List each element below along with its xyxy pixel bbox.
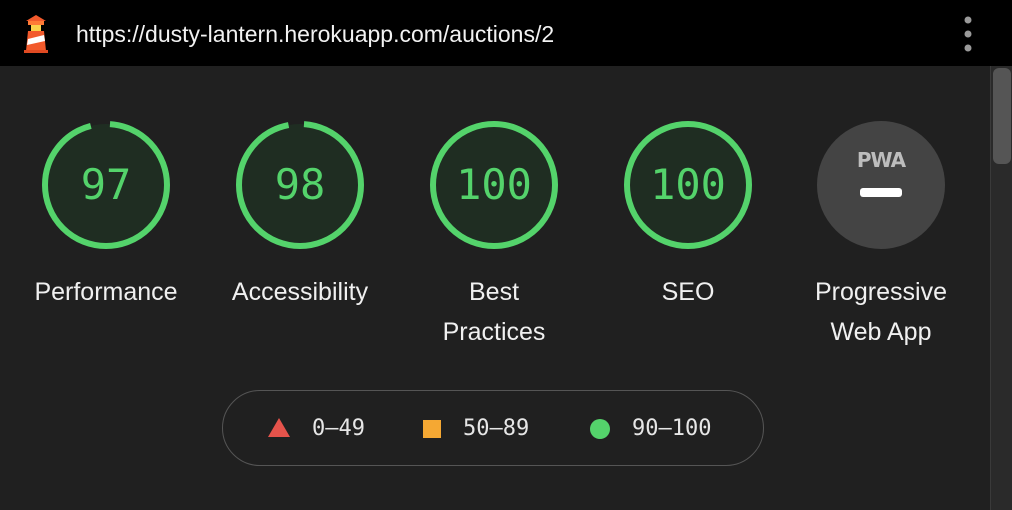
best-practices-score: 100 [456,160,532,209]
accessibility-gauge[interactable]: 98 [235,120,365,250]
best-practices-gauge[interactable]: 100 [429,120,559,250]
performance-label: Performance [34,278,178,306]
pwa-dash-icon [860,188,902,197]
pwa-badge-icon: PWA [856,148,906,172]
seo-gauge[interactable]: 100 [623,120,753,250]
score-legend: 0–49 50–89 90–100 [222,390,764,466]
accessibility-score: 98 [274,160,326,209]
url-text[interactable]: https://dusty-lantern.herokuapp.com/auct… [76,20,554,48]
square-icon [423,420,441,438]
legend-range: 90–100 [632,416,712,441]
legend-item-fail: 0–49 [268,415,365,443]
legend-range: 0–49 [312,416,365,441]
seo-score: 100 [650,160,726,209]
pwa-label: Progressive Web App [815,278,947,346]
accessibility-label: Accessibility [231,278,369,306]
kebab-menu-icon[interactable] [957,14,979,54]
address-bar: https://dusty-lantern.herokuapp.com/auct… [0,0,1012,66]
circle-icon [590,419,610,439]
lighthouse-icon[interactable] [22,15,50,53]
best-practices-label: Best Practices [442,278,546,346]
seo-label: SEO [661,278,715,306]
scrollbar[interactable] [990,66,1012,510]
performance-gauge[interactable]: 97 [41,120,171,250]
scrollbar-thumb[interactable] [993,68,1011,164]
performance-score: 97 [80,160,132,209]
legend-item-pass: 90–100 [590,415,711,443]
legend-item-average: 50–89 [423,415,529,443]
pwa-gauge[interactable]: PWA [817,121,945,249]
triangle-icon [268,417,290,437]
legend-range: 50–89 [463,416,530,441]
